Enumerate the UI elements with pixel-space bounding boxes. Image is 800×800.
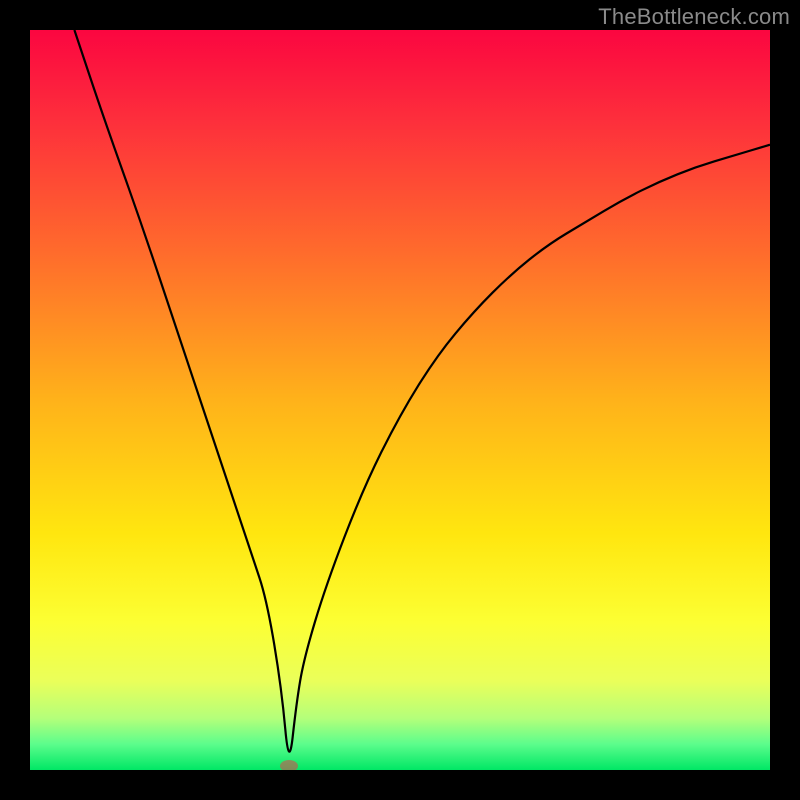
plot-area — [30, 30, 770, 770]
min-point-marker — [280, 760, 298, 770]
watermark-text: TheBottleneck.com — [598, 4, 790, 30]
chart-frame: TheBottleneck.com — [0, 0, 800, 800]
curve-layer — [30, 30, 770, 770]
bottleneck-curve — [74, 30, 770, 752]
